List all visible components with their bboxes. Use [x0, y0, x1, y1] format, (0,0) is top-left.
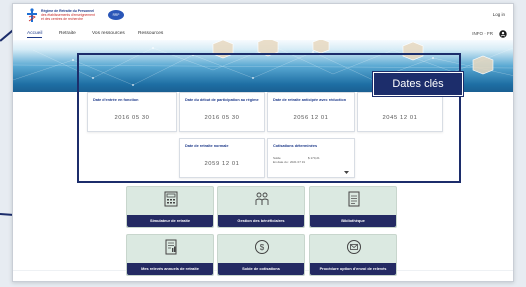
nav-item-retraite[interactable]: Retraite [59, 31, 76, 36]
app-window: Régime de Retraite du Personnel des étab… [12, 3, 514, 282]
card-value: 2016 05 30 [204, 115, 240, 121]
report-icon [165, 239, 177, 255]
dollar-icon: $ [255, 240, 269, 254]
card-title: Cotisations déterminées [273, 144, 318, 148]
card-value: 2056 12 01 [293, 115, 329, 121]
card-title: Date de retraite normale [185, 144, 229, 148]
card-value: 2016 05 30 [114, 115, 150, 121]
site-header: Régime de Retraite du Personnel des étab… [13, 4, 513, 26]
document-icon [348, 191, 360, 207]
card-title: Date du début de participation au régime [185, 98, 259, 102]
card-value: 2045 12 01 [382, 115, 418, 121]
solde-value: $ 170,21 [308, 156, 320, 160]
tile-label: Gestion des bénéficiaires [218, 215, 304, 227]
card-date-debut-participation: Date du début de participation au régime… [179, 92, 265, 132]
tile-bibliotheque[interactable]: Bibliothèque [309, 186, 397, 228]
chevron-down-icon[interactable] [344, 171, 349, 174]
tile-procedure-envoi-releves[interactable]: Procédure option d'envoi de relevés [309, 234, 397, 276]
card-value: 2059 12 01 [204, 161, 240, 167]
callout-dates-cles: Dates clés [372, 71, 464, 97]
tile-label: Mes relevés annuels de retraite [127, 263, 213, 275]
login-link[interactable]: Log in [493, 12, 505, 17]
organization-badge: RRP [108, 10, 124, 20]
tile-releves-annuels[interactable]: Mes relevés annuels de retraite [126, 234, 214, 276]
card-cotisations-determinees[interactable]: Cotisations déterminées Solde $ 170,21 E… [267, 138, 355, 178]
nav-item-vos-ressources[interactable]: Vos ressources [92, 31, 125, 36]
svg-text:$: $ [260, 243, 265, 252]
card-retraite-anticipee: Date de retraite anticipée avec réductio… [267, 92, 355, 132]
card-title: Date d'entrée en fonction [93, 98, 139, 102]
language-switch[interactable]: INFO · FR [472, 31, 493, 36]
calculator-icon [164, 191, 178, 207]
card-date-masquee: 2045 12 01 [357, 92, 443, 132]
tile-label: Bibliothèque [310, 215, 396, 227]
tile-gestion-beneficiaires[interactable]: Gestion des bénéficiaires [217, 186, 305, 228]
logo-text: Régime de Retraite du Personnel des étab… [41, 9, 105, 21]
tile-label: Solde de cotisations [218, 263, 304, 275]
caduceus-logo-icon [27, 8, 37, 22]
people-icon [255, 192, 269, 205]
user-account-icon[interactable] [499, 30, 507, 38]
mail-icon [347, 240, 361, 254]
nav-item-ressources[interactable]: Ressources [138, 31, 163, 36]
tile-solde-cotisations[interactable]: $ Solde de cotisations [217, 234, 305, 276]
card-date-entree-fonction: Date d'entrée en fonction 2016 05 30 [87, 92, 177, 132]
card-retraite-normale: Date de retraite normale 2059 12 01 [179, 138, 265, 178]
tile-label: Simulateur de retraite [127, 215, 213, 227]
card-title: Date de retraite anticipée avec réductio… [273, 98, 347, 102]
tile-simulateur-retraite[interactable]: Simulateur de retraite [126, 186, 214, 228]
logo-line-3: et des centres de recherche [41, 16, 84, 21]
solde-date: En date du : 2021 07 31 [273, 160, 306, 164]
nav-item-accueil[interactable]: Accueil [27, 31, 43, 38]
tile-label: Procédure option d'envoi de relevés [310, 263, 396, 275]
